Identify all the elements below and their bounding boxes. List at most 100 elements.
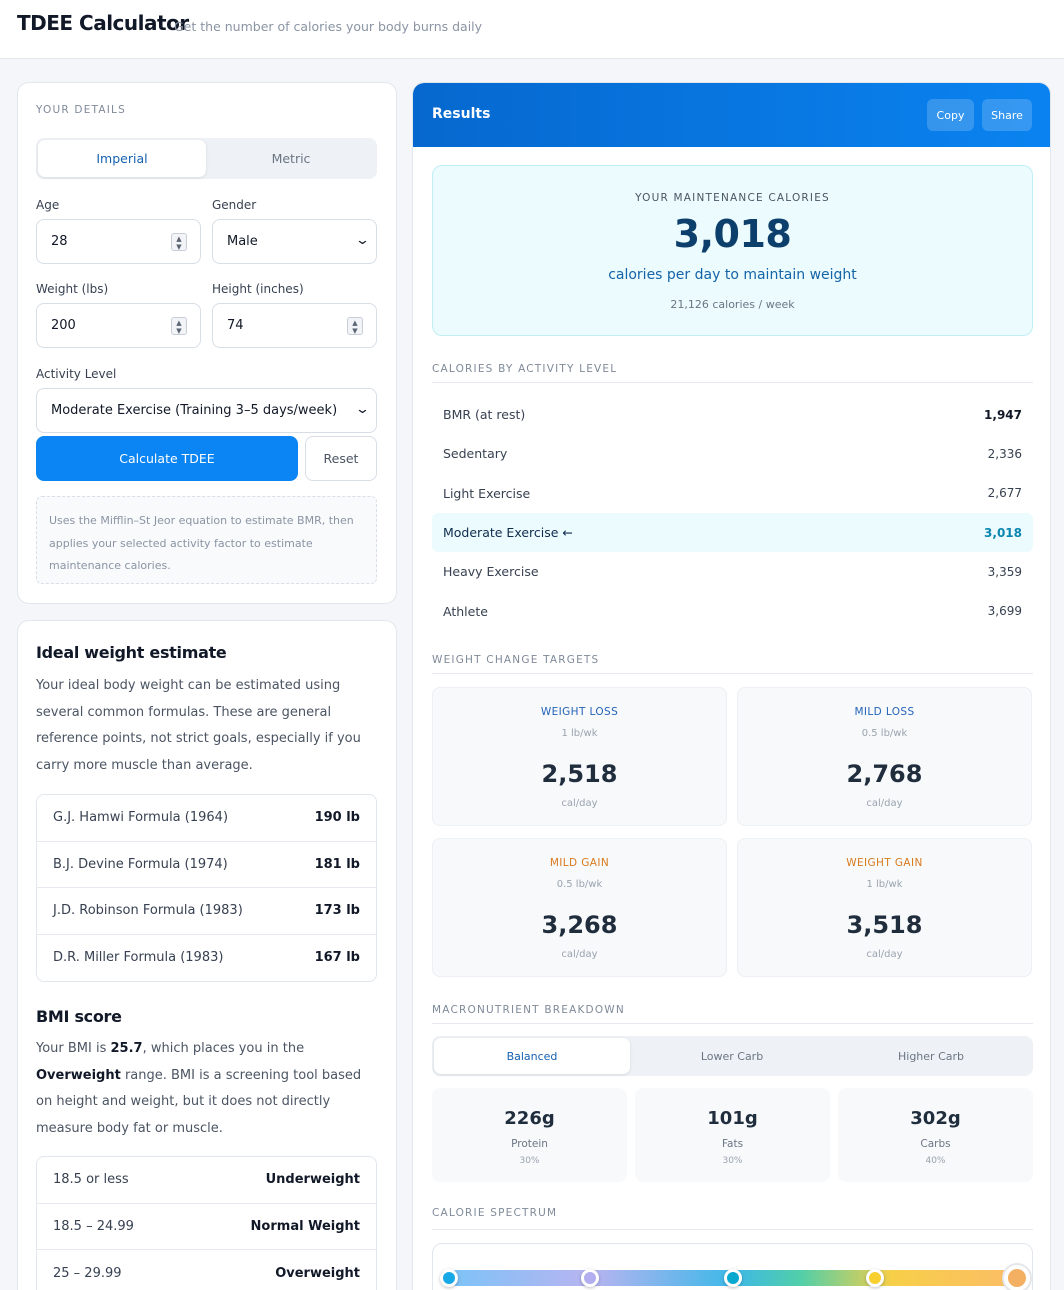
age-stepper[interactable]: ▲ ▼ xyxy=(171,233,187,251)
spectrum-marker[interactable] xyxy=(440,1269,458,1287)
table-row: 18.5 – 24.99 Normal Weight xyxy=(37,1204,376,1250)
target-rate: 0.5 lb/wk xyxy=(556,879,603,890)
activity-calories: 2,677 xyxy=(987,486,1022,501)
height-input[interactable]: 74 ▲ ▼ xyxy=(212,303,377,348)
results-header: Results Copy Share xyxy=(413,83,1050,147)
formula-value: 190 lb xyxy=(314,810,360,826)
bmi-range-label: Normal Weight xyxy=(250,1218,360,1234)
activity-calories: 2,336 xyxy=(987,446,1022,461)
tab-lower-carb[interactable]: Lower Carb xyxy=(634,1038,830,1074)
bmi-text: Your BMI is 25.7, which places you in th… xyxy=(36,1036,381,1142)
target-calories: 3,268 xyxy=(541,911,618,939)
chevron-down-icon: ⌄ xyxy=(354,402,371,417)
target-unit: cal/day xyxy=(561,949,598,960)
app-subtitle: Get the number of calories your body bur… xyxy=(174,19,483,34)
activity-name: Light Exercise xyxy=(443,485,531,501)
tab-higher-carb[interactable]: Higher Carb xyxy=(833,1038,1029,1074)
table-row: B.J. Devine Formula (1974) 181 lb xyxy=(37,842,376,888)
top-bar: TDEE Calculator Get the number of calori… xyxy=(0,0,1064,59)
height-stepper[interactable]: ▲ ▼ xyxy=(347,317,363,335)
target-unit: cal/day xyxy=(866,949,903,960)
macro-tabs: Balanced Lower Carb Higher Carb xyxy=(432,1036,1033,1076)
spectrum-marker[interactable] xyxy=(866,1269,884,1287)
activity-calories: 3,359 xyxy=(987,564,1022,579)
age-input[interactable]: 28 ▲ ▼ xyxy=(36,219,201,264)
target-card-mild-loss: MILD LOSS 0.5 lb/wk 2,768 cal/day xyxy=(737,687,1032,826)
formula-name: G.J. Hamwi Formula (1964) xyxy=(53,810,229,826)
age-label: Age xyxy=(36,198,60,212)
bmi-title: BMI score xyxy=(36,1007,122,1026)
macro-section-label: MACRONUTRIENT BREAKDOWN xyxy=(432,1004,625,1016)
formula-name: B.J. Devine Formula (1974) xyxy=(53,856,228,872)
height-label: Height (inches) xyxy=(212,282,304,296)
activity-name: Moderate Exercise ← xyxy=(443,525,573,541)
activity-name: Sedentary xyxy=(443,446,508,462)
bmi-value: 25.7 xyxy=(110,1041,143,1056)
activity-calories: 3,699 xyxy=(987,604,1022,619)
maintenance-value: 3,018 xyxy=(673,212,792,256)
bmi-range: 25 – 29.99 xyxy=(53,1265,122,1281)
results-card: Results Copy Share YOUR MAINTENANCE CALO… xyxy=(412,82,1051,1290)
table-row: 18.5 or less Underweight xyxy=(37,1157,376,1204)
table-row: G.J. Hamwi Formula (1964) 190 lb xyxy=(37,795,376,842)
list-item: BMR (at rest) 1,947 xyxy=(432,395,1033,434)
divider xyxy=(432,1229,1033,1230)
macro-percent: 40% xyxy=(925,1156,946,1166)
reset-button[interactable]: Reset xyxy=(305,436,377,481)
calculate-button[interactable]: Calculate TDEE xyxy=(36,436,298,481)
target-card-mild-gain: MILD GAIN 0.5 lb/wk 3,268 cal/day xyxy=(432,838,727,977)
ideal-weight-text: Your ideal body weight can be estimated … xyxy=(36,678,361,773)
target-title: MILD LOSS xyxy=(854,706,915,718)
weight-input[interactable]: 200 ▲ ▼ xyxy=(36,303,201,348)
bmi-range-label: Overweight xyxy=(275,1265,360,1281)
weight-stepper[interactable]: ▲ ▼ xyxy=(171,317,187,335)
activity-calories: 1,947 xyxy=(984,407,1022,422)
divider xyxy=(432,382,1033,383)
age-value: 28 xyxy=(51,234,68,249)
copy-button[interactable]: Copy xyxy=(927,99,974,131)
unit-option-imperial[interactable]: Imperial xyxy=(38,140,206,177)
macro-name: Fats xyxy=(721,1138,744,1150)
spectrum-section-label: CALORIE SPECTRUM xyxy=(432,1207,558,1219)
macro-grams: 226g xyxy=(504,1108,555,1129)
spectrum-marker-current[interactable] xyxy=(1004,1265,1030,1290)
macro-card-carbs: 302g Carbs 40% xyxy=(838,1088,1033,1182)
list-item-selected: Moderate Exercise ← 3,018 xyxy=(432,512,1033,553)
tab-balanced[interactable]: Balanced xyxy=(434,1038,630,1074)
bmi-range-label: Underweight xyxy=(265,1172,360,1188)
activity-list: BMR (at rest) 1,947 Sedentary 2,336 Light … xyxy=(432,395,1033,631)
maintenance-label: YOUR MAINTENANCE CALORIES xyxy=(635,192,830,204)
targets-section-label: WEIGHT CHANGE TARGETS xyxy=(432,654,600,666)
bmi-text-part: Your BMI is xyxy=(36,1041,111,1056)
macro-card-protein: 226g Protein 30% xyxy=(432,1088,627,1182)
gender-select[interactable]: Male ⌄ xyxy=(212,219,377,264)
divider xyxy=(432,673,1033,674)
target-calories: 2,518 xyxy=(541,760,618,788)
weekly-calories: 21,126 calories / week xyxy=(670,298,795,311)
share-button[interactable]: Share xyxy=(982,99,1032,131)
formula-table: G.J. Hamwi Formula (1964) 190 lb B.J. Dev… xyxy=(36,794,377,982)
spectrum-marker[interactable] xyxy=(724,1269,742,1287)
target-calories: 2,768 xyxy=(846,760,923,788)
activity-select[interactable]: Moderate Exercise (Training 3–5 days/wee… xyxy=(36,388,377,433)
gender-label: Gender xyxy=(212,198,257,212)
activity-calories: 3,018 xyxy=(984,525,1022,540)
divider xyxy=(432,1023,1033,1024)
list-item: Light Exercise 2,677 xyxy=(432,474,1033,513)
target-unit: cal/day xyxy=(866,798,903,809)
activity-name: Heavy Exercise xyxy=(443,564,539,580)
macro-grams: 302g xyxy=(910,1108,961,1129)
spectrum-marker[interactable] xyxy=(581,1269,599,1287)
app-title: TDEE Calculator xyxy=(17,11,189,35)
list-item: Athlete 3,699 xyxy=(432,591,1033,630)
activity-section-label: CALORIES BY ACTIVITY LEVEL xyxy=(432,363,618,375)
activity-label: Activity Level xyxy=(36,367,117,381)
calorie-spectrum xyxy=(432,1243,1033,1290)
formula-value: 173 lb xyxy=(314,903,360,919)
height-value: 74 xyxy=(227,318,244,333)
chevron-down-icon: ⌄ xyxy=(354,233,371,248)
activity-name: Athlete xyxy=(443,603,488,619)
maintenance-box: YOUR MAINTENANCE CALORIES 3,018 calories… xyxy=(432,165,1033,336)
bmi-range-table: 18.5 or less Underweight 18.5 – 24.99 Norm… xyxy=(36,1156,377,1290)
unit-option-metric[interactable]: Metric xyxy=(207,140,375,177)
